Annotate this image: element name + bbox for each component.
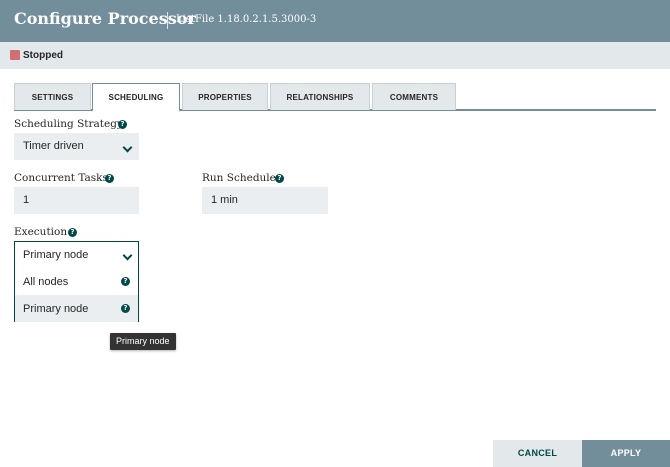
help-icon[interactable]: ?	[118, 120, 127, 129]
execution-value: Primary node	[23, 249, 89, 261]
dialog-title: Configure Processor	[14, 9, 196, 28]
tab-relationships[interactable]: RELATIONSHIPS	[270, 83, 370, 110]
status-bar: Stopped	[0, 42, 670, 69]
concurrent-tasks-label: Concurrent Tasks	[14, 172, 108, 184]
tab-bar: SETTINGS SCHEDULING PROPERTIES RELATIONS…	[14, 83, 656, 112]
tab-settings[interactable]: SETTINGS	[14, 83, 91, 110]
run-schedule-input[interactable]: 1 min	[202, 187, 328, 214]
help-icon[interactable]: ?	[68, 228, 77, 237]
tab-properties[interactable]: PROPERTIES	[182, 83, 268, 110]
option-all-nodes[interactable]: All nodes ?	[15, 268, 138, 295]
tooltip: Primary node	[110, 333, 176, 350]
help-icon[interactable]: ?	[121, 277, 130, 286]
option-primary-node[interactable]: Primary node ?	[15, 295, 138, 322]
help-icon[interactable]: ?	[105, 174, 114, 183]
execution-select[interactable]: Primary node All nodes ? Primary node ?	[14, 241, 139, 322]
execution-selected[interactable]: Primary node	[15, 242, 138, 268]
help-icon[interactable]: ?	[121, 304, 130, 313]
tab-comments[interactable]: COMMENTS	[372, 83, 456, 110]
tab-scheduling[interactable]: SCHEDULING	[92, 83, 180, 112]
help-icon[interactable]: ?	[275, 174, 284, 183]
execution-label: Execution	[14, 226, 68, 238]
status-label: Stopped	[23, 50, 63, 61]
chevron-down-icon	[122, 142, 133, 153]
chevron-down-icon	[122, 250, 133, 261]
stopped-icon	[10, 50, 20, 60]
cancel-button[interactable]: CANCEL	[493, 440, 582, 467]
option-label: Primary node	[23, 303, 89, 315]
apply-button[interactable]: APPLY	[582, 440, 670, 467]
scheduling-strategy-value: Timer driven	[23, 140, 84, 152]
run-schedule-label: Run Schedule	[202, 172, 276, 184]
option-label: All nodes	[23, 276, 69, 288]
title-separator	[167, 12, 168, 29]
dialog-header: Configure Processor ListFile 1.18.0.2.1.…	[0, 0, 670, 42]
scheduling-strategy-label: Scheduling Strategy	[14, 118, 123, 130]
concurrent-tasks-input[interactable]: 1	[14, 187, 139, 214]
processor-type: ListFile 1.18.0.2.1.5.3000-3	[176, 14, 317, 25]
scheduling-strategy-select[interactable]: Timer driven	[14, 133, 139, 160]
